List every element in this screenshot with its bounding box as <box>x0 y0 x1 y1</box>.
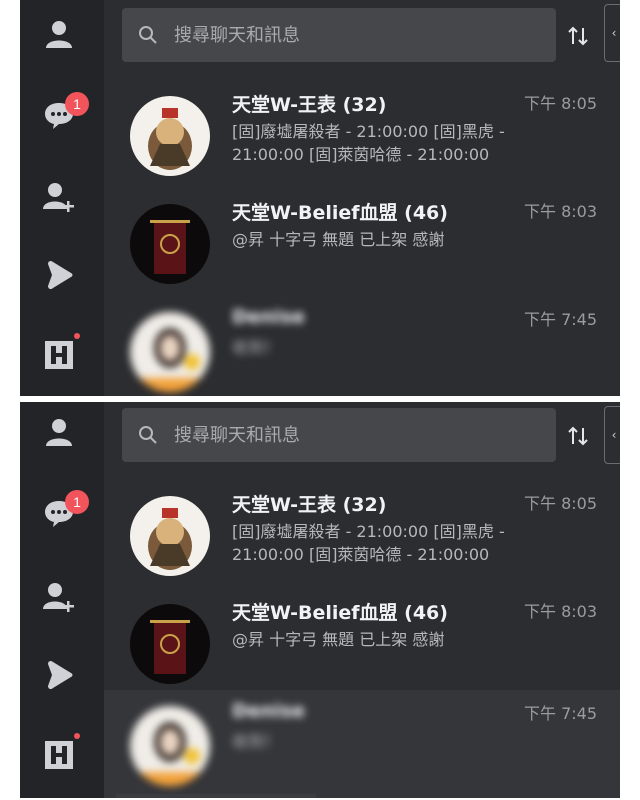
notification-dot <box>74 733 80 739</box>
chat-preview: 收到！ <box>232 338 281 357</box>
chat-list-item[interactable]: 天堂W-王表 (32) 下午 8:05 [固]廢墟屠殺者 - 21:00:00 … <box>104 480 620 588</box>
play-arrow-icon[interactable] <box>42 658 76 692</box>
chat-time: 下午 7:45 <box>524 704 598 723</box>
chat-time: 下午 7:45 <box>524 310 598 329</box>
collapse-panel-button[interactable]: ‹ <box>604 4 620 62</box>
side-nav-rail: 1 <box>20 402 104 798</box>
monster-avatar-icon <box>130 96 210 176</box>
chat-time: 下午 8:05 <box>524 494 598 513</box>
chat-preview: [固]廢墟屠殺者 - 21:00:00 [固]黑虎 - 21:00:00 [固]… <box>232 122 505 164</box>
chat-list-item[interactable]: 天堂W-Belief血盟 (46) 下午 8:03 @昇 十字弓 無題 已上架 … <box>104 188 620 296</box>
blurred-person-avatar-icon <box>130 312 210 392</box>
chat-name: 天堂W-Belief血盟 (46) <box>232 602 448 624</box>
search-bar[interactable] <box>122 408 556 462</box>
h-logo-icon[interactable] <box>42 338 76 372</box>
unread-badge: 1 <box>65 92 89 116</box>
search-input[interactable] <box>172 23 536 47</box>
chat-time: 下午 8:03 <box>524 602 598 621</box>
chat-name: 天堂W-Belief血盟 (46) <box>232 202 448 224</box>
chat-list-panel-bottom: 1 ‹ 天堂W-王表 (32) 下午 8:05 [固]廢墟屠殺者 - 21:00… <box>20 402 620 798</box>
belief-banner-avatar-icon <box>130 204 210 284</box>
chat-preview: @昇 十字弓 無題 已上架 感謝 <box>232 630 445 649</box>
person-icon[interactable] <box>42 416 76 450</box>
sort-icon[interactable] <box>566 424 590 448</box>
chat-name: 天堂W-王表 (32) <box>232 494 387 516</box>
h-logo-icon[interactable] <box>42 738 76 772</box>
chat-preview: @昇 十字弓 無題 已上架 感謝 <box>232 230 445 249</box>
chat-list-panel-top: 1 ‹ 天堂W-王表 (32) 下午 8:05 [固]廢墟屠殺者 - 21:00… <box>20 0 620 396</box>
play-arrow-icon[interactable] <box>42 258 76 292</box>
chat-time: 下午 8:05 <box>524 94 598 113</box>
add-friend-icon[interactable] <box>42 180 76 214</box>
sort-icon[interactable] <box>566 24 590 48</box>
collapse-panel-button[interactable]: ‹ <box>604 406 620 464</box>
chat-preview: 收到！ <box>232 732 281 751</box>
unread-badge: 1 <box>65 490 89 514</box>
monster-avatar-icon <box>130 496 210 576</box>
search-icon <box>139 426 157 444</box>
chat-name: Denise <box>232 700 305 722</box>
belief-banner-avatar-icon <box>130 604 210 684</box>
chat-preview: [固]廢墟屠殺者 - 21:00:00 [固]黑虎 - 21:00:00 [固]… <box>232 522 505 564</box>
chat-list-item[interactable]: 天堂W-Belief血盟 (46) 下午 8:03 @昇 十字弓 無題 已上架 … <box>104 588 620 696</box>
chat-list-item[interactable]: Denise 下午 7:45 收到！ <box>104 296 620 396</box>
search-bar[interactable] <box>122 8 556 62</box>
side-nav-rail: 1 <box>20 0 104 396</box>
person-icon[interactable] <box>42 18 76 52</box>
chat-name: Denise <box>232 306 305 328</box>
search-input[interactable] <box>172 423 536 447</box>
search-icon <box>139 26 157 44</box>
blurred-person-avatar-icon <box>130 706 210 786</box>
add-friend-icon[interactable] <box>42 580 76 614</box>
chat-list-item[interactable]: 天堂W-王表 (32) 下午 8:05 [固]廢墟屠殺者 - 21:00:00 … <box>104 80 620 188</box>
chat-name: 天堂W-王表 (32) <box>232 94 387 116</box>
notification-dot <box>74 333 80 339</box>
chat-list-item[interactable]: Denise 下午 7:45 收到！ <box>104 690 620 798</box>
scrollbar[interactable] <box>116 794 316 798</box>
chat-time: 下午 8:03 <box>524 202 598 221</box>
